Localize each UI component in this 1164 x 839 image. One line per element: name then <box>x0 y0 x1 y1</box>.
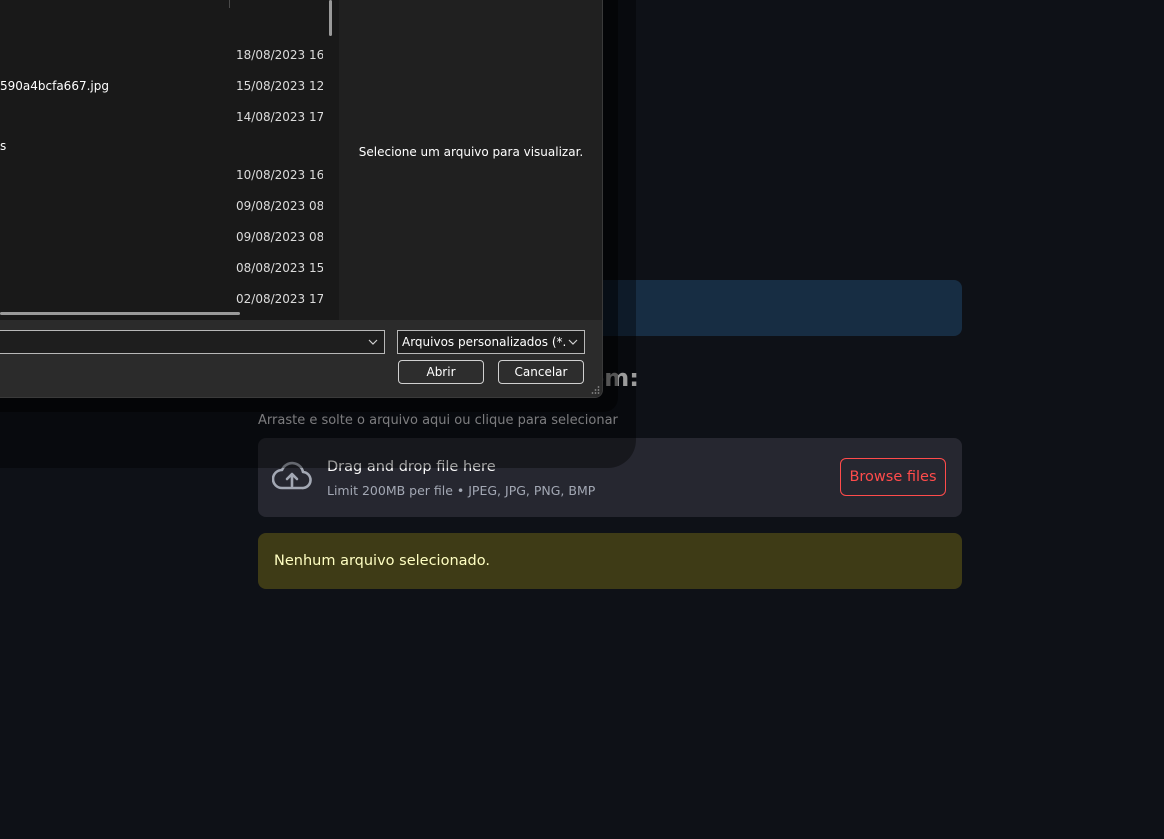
preview-pane: Selecione um arquivo para visualizar. <box>339 0 602 320</box>
file-type-select[interactable]: Arquivos personalizados (*.jpeg <box>397 330 585 354</box>
file-row[interactable]: s <box>0 130 325 161</box>
file-row[interactable]: 10/08/2023 16:13 <box>0 159 325 190</box>
file-date: 14/08/2023 17:34 <box>236 110 323 124</box>
warning-alert: Nenhum arquivo selecionado. <box>258 533 962 589</box>
file-row[interactable]: 09/08/2023 08:46 <box>0 221 325 252</box>
open-button[interactable]: Abrir <box>398 360 484 384</box>
file-date: 08/08/2023 15:37 <box>236 261 323 275</box>
resize-grip-icon[interactable] <box>590 385 600 395</box>
file-type-value: Arquivos personalizados (*.jpeg <box>402 335 566 349</box>
file-date: 10/08/2023 16:13 <box>236 168 323 182</box>
dialog-footer: Arquivos personalizados (*.jpeg Abrir Ca… <box>0 320 602 397</box>
file-date: 09/08/2023 08:46 <box>236 199 323 213</box>
file-date: 09/08/2023 08:46 <box>236 230 323 244</box>
horizontal-scrollbar[interactable] <box>0 312 240 315</box>
cancel-button[interactable]: Cancelar <box>498 360 584 384</box>
file-row[interactable]: 590a4bcfa667.jpg 15/08/2023 12:37 <box>0 70 325 101</box>
vertical-scrollbar[interactable] <box>329 0 332 36</box>
file-row[interactable]: 08/08/2023 15:37 <box>0 252 325 283</box>
browse-files-button[interactable]: Browse files <box>840 458 946 496</box>
file-open-dialog: 18/08/2023 16:51 590a4bcfa667.jpg 15/08/… <box>0 0 603 398</box>
file-name: 590a4bcfa667.jpg <box>0 79 109 93</box>
file-row[interactable]: 02/08/2023 17:18 <box>0 283 325 314</box>
dropzone-limit: Limit 200MB per file • JPEG, JPG, PNG, B… <box>327 483 596 498</box>
column-divider[interactable] <box>229 0 230 8</box>
file-name-input[interactable] <box>0 330 385 354</box>
file-date: 15/08/2023 12:37 <box>236 79 323 93</box>
file-date: 02/08/2023 17:18 <box>236 292 323 306</box>
file-name: s <box>0 139 7 153</box>
chevron-down-icon[interactable] <box>368 337 378 347</box>
chevron-down-icon <box>568 339 578 345</box>
preview-placeholder: Selecione um arquivo para visualizar. <box>358 145 584 159</box>
file-row[interactable]: 18/08/2023 16:51 <box>0 39 325 70</box>
file-date: 18/08/2023 16:51 <box>236 48 323 62</box>
file-row[interactable]: 14/08/2023 17:34 <box>0 101 325 132</box>
file-row[interactable]: 09/08/2023 08:46 <box>0 190 325 221</box>
file-list[interactable]: 18/08/2023 16:51 590a4bcfa667.jpg 15/08/… <box>0 0 339 320</box>
warning-text: Nenhum arquivo selecionado. <box>274 553 490 569</box>
